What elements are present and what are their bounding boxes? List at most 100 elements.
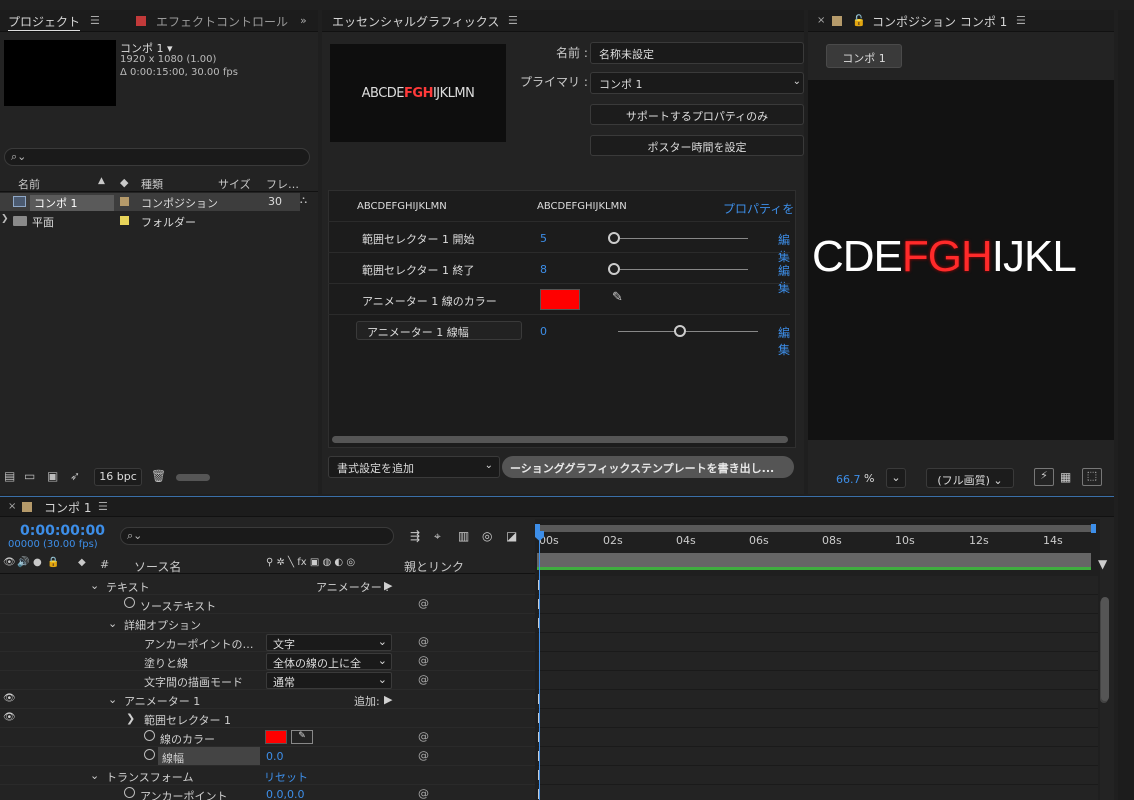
pickwhip-icon[interactable]: @	[418, 749, 429, 762]
properties-link[interactable]: プロパティを	[723, 200, 794, 217]
comp-flowchart-icon[interactable]: ⇶	[410, 529, 420, 543]
solo-icon[interactable]: ●	[33, 557, 42, 568]
label-color-swatch[interactable]	[120, 216, 129, 225]
play-icon[interactable]: ▶	[384, 693, 392, 706]
marker-icon[interactable]: ▼	[1098, 557, 1107, 571]
supported-properties-button[interactable]: サポートするプロパティのみ	[590, 104, 804, 125]
disclosure-arrow-icon[interactable]: ⌄	[90, 769, 99, 782]
motion-blur-icon[interactable]: ◎	[482, 529, 492, 543]
project-search-input[interactable]: ⌕⌄	[4, 148, 310, 166]
prop-slider-knob[interactable]	[608, 263, 620, 275]
stopwatch-icon[interactable]	[144, 730, 155, 741]
col-name[interactable]: 名前	[18, 176, 40, 192]
new-comp-icon[interactable]: ▣	[47, 469, 58, 483]
pickwhip-icon[interactable]: @	[418, 635, 429, 648]
menu-icon[interactable]: ☰	[90, 14, 100, 27]
disclosure-arrow-icon[interactable]: ⌄	[108, 693, 117, 706]
timeline-row-animator[interactable]: 👁 ⌄ アニメーター 1 追加: ▶	[0, 690, 535, 709]
prop-slider-knob[interactable]	[674, 325, 686, 337]
trash-icon[interactable]: 🗑	[151, 469, 166, 483]
tab-composition[interactable]: コンポジション コンポ 1	[872, 13, 1007, 30]
switches-icons[interactable]: ⚲ ✲ ╲ fx ▣ ◍ ◐ ◎	[266, 557, 355, 568]
timeline-row-text[interactable]: ⌄ テキスト アニメーター : ▶	[0, 576, 535, 595]
row-dropdown[interactable]: 文字 ⌄	[266, 634, 392, 651]
render-queue-icon[interactable]: ➶	[70, 469, 80, 483]
pickwhip-icon[interactable]: @	[418, 654, 429, 667]
set-poster-time-button[interactable]: ポスター時間を設定	[590, 135, 804, 156]
pickwhip-icon[interactable]: @	[418, 597, 429, 610]
eyedropper-icon[interactable]: ✎	[291, 730, 313, 744]
close-icon[interactable]: ×	[817, 15, 825, 26]
prop-slider-knob[interactable]	[608, 232, 620, 244]
prop-row-stroke-width[interactable]: アニメーター 1 線幅 0 編集	[328, 314, 790, 357]
stopwatch-icon[interactable]	[124, 597, 135, 608]
col-type[interactable]: 種類	[141, 176, 163, 192]
stroke-color-swatch[interactable]	[540, 289, 580, 310]
expand-panels-icon[interactable]: »	[300, 14, 307, 27]
timeline-search-input[interactable]: ⌕⌄	[120, 527, 394, 545]
current-timecode[interactable]: 0:00:00:00	[20, 523, 105, 539]
timeline-row-fill-stroke[interactable]: 塗りと線 全体の線の上に全 ⌄ @	[0, 652, 535, 671]
project-scrollbar[interactable]	[176, 474, 210, 481]
timeline-row-source-text[interactable]: ソーステキスト @	[0, 595, 535, 614]
disclosure-arrow-icon[interactable]: ⌄	[90, 579, 99, 592]
comp-viewer[interactable]: CDEFGHIJKL	[808, 80, 1114, 440]
close-icon[interactable]: ×	[8, 501, 16, 512]
disclosure-arrow-icon[interactable]: ❯	[1, 214, 9, 224]
eye-icon[interactable]: 👁	[3, 712, 16, 723]
row-extra[interactable]: アニメーター :	[316, 579, 389, 595]
timeline-row-anchor-point[interactable]: アンカーポイント 0.0,0.0 @	[0, 785, 535, 800]
timeline-row-blend-mode[interactable]: 文字間の描画モード 通常 ⌄ @	[0, 671, 535, 690]
sort-arrow-icon[interactable]: ▲	[98, 176, 105, 186]
comp-subtab[interactable]: コンポ 1	[826, 44, 902, 68]
prop-slider-track[interactable]	[618, 269, 748, 270]
menu-icon[interactable]: ☰	[1016, 14, 1026, 27]
time-ruler[interactable]: 00s 02s 04s 06s 08s 10s 12s 14s	[535, 533, 1100, 551]
col-size[interactable]: サイズ	[218, 176, 251, 192]
bpc-button[interactable]: 16 bpc	[94, 468, 142, 486]
menu-icon[interactable]: ☰	[98, 500, 108, 513]
disclosure-arrow-icon[interactable]: ⌄	[108, 617, 117, 630]
menu-icon[interactable]: ☰	[508, 14, 518, 27]
lock-icon[interactable]: 🔒	[47, 557, 59, 568]
tab-project[interactable]: プロジェクト	[8, 13, 81, 31]
pickwhip-icon[interactable]: @	[418, 787, 429, 800]
flowchart-icon[interactable]: ⛬	[300, 195, 307, 206]
timeline-row-range-selector[interactable]: 👁 ❯ 範囲セレクター 1	[0, 709, 535, 728]
prop-value[interactable]: 5	[540, 232, 547, 245]
eye-icon[interactable]: 👁	[3, 557, 16, 568]
timeline-row-stroke-width[interactable]: 線幅 0.0 @	[0, 747, 535, 766]
fast-preview-icon[interactable]: ⚡	[1034, 468, 1054, 486]
tab-effect-controls[interactable]: エフェクトコントロール	[156, 13, 292, 30]
lock-icon[interactable]: 🔓	[852, 14, 866, 27]
col-source-name[interactable]: ソース名	[134, 558, 181, 575]
timeline-row-stroke-color[interactable]: 線のカラー ✎ @	[0, 728, 535, 747]
row-extra[interactable]: 追加:	[354, 693, 380, 709]
work-area-end-handle[interactable]	[1091, 524, 1096, 533]
graph-editor-icon[interactable]: ◪	[506, 529, 517, 543]
audio-icon[interactable]: 🔊	[17, 557, 29, 568]
reset-link[interactable]: リセット	[264, 769, 308, 785]
interpret-footage-icon[interactable]: ▤	[4, 469, 15, 483]
project-item-folder[interactable]: ❯ 平面 フォルダー	[0, 212, 300, 230]
col-parent-link[interactable]: 親とリンク	[404, 558, 464, 575]
zoom-dropdown[interactable]: ⌄	[886, 468, 906, 488]
timeline-row-transform[interactable]: ⌄ トランスフォーム リセット	[0, 766, 535, 785]
prop-value[interactable]: 0	[540, 325, 547, 338]
timeline-row-anchor-grouping[interactable]: アンカーポイントの… 文字 ⌄ @	[0, 633, 535, 652]
label-color-swatch[interactable]	[120, 197, 129, 206]
add-format-dropdown[interactable]: 書式設定を追加 ⌄	[328, 456, 500, 478]
eye-icon[interactable]: 👁	[3, 693, 16, 704]
col-frame[interactable]: フレ…	[266, 176, 299, 192]
mask-visibility-icon[interactable]: ⬚	[1082, 468, 1102, 486]
disclosure-arrow-icon[interactable]: ❯	[126, 712, 135, 725]
prop-slider-track[interactable]	[618, 331, 758, 332]
transparency-grid-icon[interactable]: ▦	[1060, 470, 1071, 484]
name-field[interactable]: 名称未設定	[590, 42, 804, 64]
layer-duration-bar[interactable]	[537, 553, 1091, 567]
stopwatch-icon[interactable]	[144, 749, 155, 760]
prop-value[interactable]: 8	[540, 263, 547, 276]
prop-row-range-end[interactable]: 範囲セレクター 1 終了 8 編集	[328, 252, 790, 295]
row-dropdown[interactable]: 全体の線の上に全 ⌄	[266, 653, 392, 670]
label-tag-icon[interactable]: ◆	[78, 557, 86, 568]
